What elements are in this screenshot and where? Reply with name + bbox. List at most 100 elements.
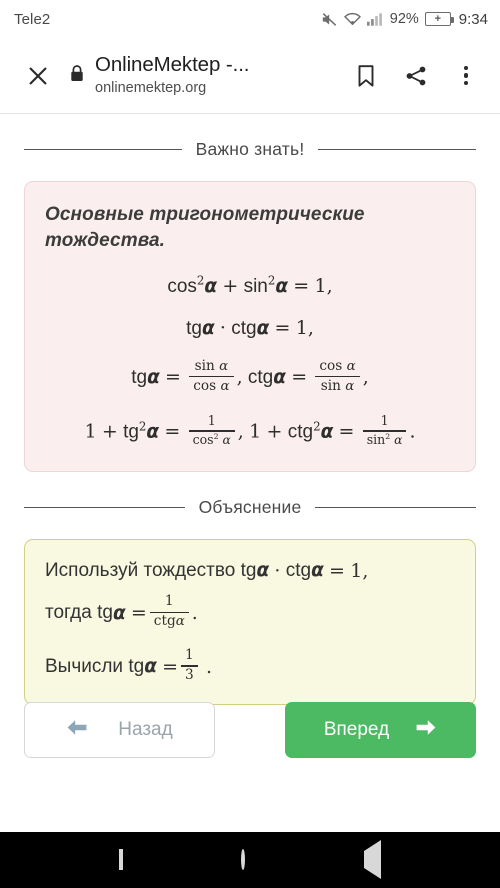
fraction-numerator: sin α <box>191 357 233 375</box>
fraction-denominator: cos α <box>189 377 233 395</box>
url-bar[interactable]: OnlineMektep -... onlinemektep.org <box>70 53 340 98</box>
identities-card: Основные тригонометрические тождества. c… <box>24 181 476 473</box>
fraction-denominator: sin2 α <box>363 432 407 448</box>
formula-pythagorean: cos2α + sin2α = 1, <box>45 275 455 298</box>
ctg-fn: ctg <box>285 560 312 582</box>
triangle-back-icon <box>363 840 381 879</box>
fraction-one-over-sin-squared: 1 sin2 α <box>362 413 407 448</box>
alpha-symbol: α <box>201 317 215 339</box>
cos-fn: cos <box>192 432 214 448</box>
toolbar-actions <box>346 56 486 96</box>
android-navigation-bar <box>0 832 500 888</box>
cos-fn: cos <box>193 377 217 394</box>
trailing-comma: , <box>362 366 369 389</box>
result-value: 1, <box>295 316 314 339</box>
explanation-text: Используй тождество <box>45 560 236 582</box>
sin-fn: sin <box>194 357 215 374</box>
battery-icon: + <box>424 12 454 26</box>
formula-secant-cosecant: 1 + tg2α = 1 cos2 α , 1 + ctg2α = 1 sin2… <box>45 413 455 449</box>
fraction-numerator: cos α <box>315 357 359 375</box>
status-bar: Tele2 92% + 9:34 <box>0 0 500 38</box>
cos-fn: cos <box>167 276 197 298</box>
trailing-period: . <box>409 420 416 443</box>
forward-button[interactable]: Вперед <box>285 702 476 758</box>
alpha-symbol: α <box>144 656 157 678</box>
divider-rule-right <box>318 149 476 150</box>
circle-home-icon <box>241 849 246 870</box>
battery-charging-glyph: + <box>434 12 442 25</box>
fraction-sin-over-cos: sin α cos α <box>189 357 234 395</box>
mute-icon <box>321 12 338 27</box>
ctg-power: 2 <box>313 419 321 434</box>
alpha-symbol: α <box>256 317 270 339</box>
result-value: 1, <box>314 275 333 298</box>
sin-fn: sin <box>243 276 268 298</box>
fraction-numerator: 1 <box>207 413 216 429</box>
browser-toolbar: OnlineMektep -... onlinemektep.org <box>0 38 500 114</box>
equals-operator: = <box>165 366 181 389</box>
fraction-denominator: ctgα <box>150 614 189 630</box>
alpha-symbol: α <box>394 433 403 448</box>
tg-fn: tg <box>123 421 139 443</box>
forward-button-label: Вперед <box>323 719 390 740</box>
equals-operator: = <box>291 366 308 389</box>
home-button[interactable] <box>241 849 246 870</box>
alpha-symbol: α <box>346 358 356 374</box>
cos-fn: cos <box>319 357 343 374</box>
explanation-card: Используй тождество tg α · ctg α = 1, тогд… <box>24 539 476 706</box>
alpha-symbol: α <box>220 378 230 394</box>
equals-operator: = <box>164 420 181 443</box>
ctg-fn: ctg <box>153 613 176 630</box>
battery-percent-label: 92% <box>389 11 419 27</box>
alpha-symbol: α <box>175 614 185 630</box>
close-button[interactable] <box>18 56 58 96</box>
system-back-button[interactable] <box>363 840 381 879</box>
overflow-menu-button[interactable] <box>446 56 486 96</box>
share-button[interactable] <box>396 56 436 96</box>
comma-separator: , <box>236 366 243 389</box>
back-button-label: Назад <box>118 719 173 740</box>
page-url: onlinemektep.org <box>95 79 207 96</box>
back-button[interactable]: Назад <box>24 702 215 758</box>
equals-operator: = <box>329 560 345 583</box>
wifi-icon <box>343 12 361 26</box>
explanation-text: Вычисли <box>45 656 124 678</box>
divider-important: Важно знать! <box>24 139 476 160</box>
page-title: OnlineMektep -... <box>95 52 250 76</box>
plus-operator: + <box>222 275 239 298</box>
dot-operator: · <box>219 316 226 339</box>
equals-operator: = <box>293 275 310 298</box>
sin-fn: sin <box>366 432 386 448</box>
explanation-line-2: тогда tg α = 1 ctgα . <box>45 594 455 632</box>
ctg-fn: ctg <box>231 317 257 339</box>
fraction-one-third: 1 3 <box>181 647 198 684</box>
sin-fn: sin <box>320 377 341 394</box>
alpha-symbol: α <box>147 367 160 389</box>
fraction-numerator: 1 <box>380 413 389 429</box>
alpha-symbol: α <box>146 421 160 443</box>
comma-separator: , <box>237 420 244 443</box>
divider-rule-left <box>24 507 185 509</box>
lock-icon <box>70 64 84 87</box>
plus-operator: + <box>266 420 283 443</box>
alpha-symbol: α <box>345 378 355 394</box>
tg-fn: tg <box>240 560 257 582</box>
one-value: 1 <box>84 420 97 443</box>
signal-icon <box>366 12 383 26</box>
divider-rule-left <box>24 149 182 150</box>
tg-fn: tg <box>131 367 148 389</box>
alpha-symbol: α <box>219 358 229 374</box>
square-recents-icon <box>119 849 124 870</box>
cos-power: 2 <box>213 431 219 441</box>
ctg-fn: ctg <box>287 421 314 443</box>
one-value: 1 <box>249 420 262 443</box>
recents-button[interactable] <box>119 849 124 870</box>
bookmark-button[interactable] <box>346 56 386 96</box>
formula-tg-ctg-product: tgα · ctgα = 1, <box>45 316 455 339</box>
tg-fn: tg <box>128 656 145 678</box>
alpha-symbol: α <box>204 276 218 298</box>
trailing-period: . <box>206 656 213 679</box>
equals-operator: = <box>274 316 291 339</box>
alpha-symbol: α <box>273 367 286 389</box>
fraction-denominator: cos2 α <box>189 431 235 448</box>
